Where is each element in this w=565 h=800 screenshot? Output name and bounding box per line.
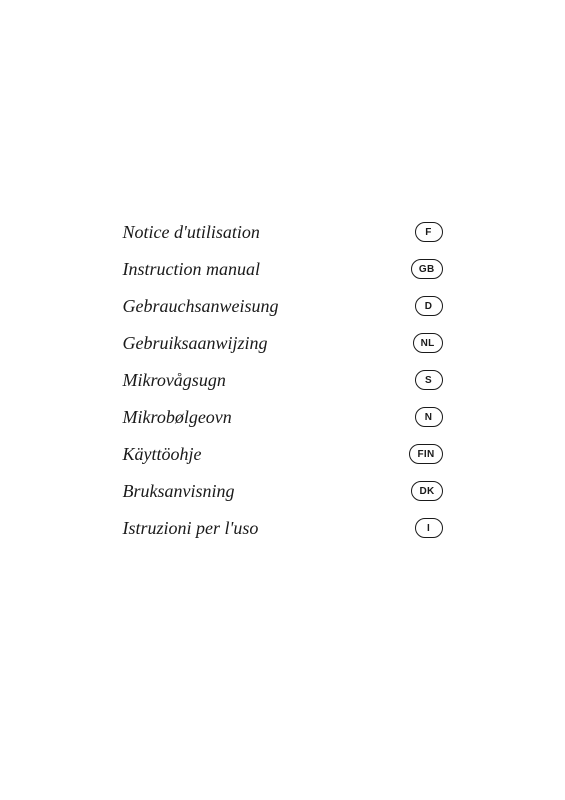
list-item: Gebrauchsanweisung D [123, 288, 443, 325]
list-item: Istruzioni per l'uso I [123, 510, 443, 547]
list-item: Mikrobølgeovn N [123, 399, 443, 436]
language-badge: S [415, 370, 443, 390]
manual-title: Instruction manual [123, 259, 261, 280]
list-item: Notice d'utilisation F [123, 214, 443, 251]
manual-title: Bruksanvisning [123, 481, 235, 502]
language-badge: N [415, 407, 443, 427]
manual-title: Mikrovågsugn [123, 370, 226, 391]
list-item: Mikrovågsugn S [123, 362, 443, 399]
manual-title: Mikrobølgeovn [123, 407, 232, 428]
list-item: Instruction manual GB [123, 251, 443, 288]
manual-title: Gebruiksaanwijzing [123, 333, 268, 354]
manual-title: Istruzioni per l'uso [123, 518, 259, 539]
language-badge: GB [411, 259, 443, 279]
list-item: Gebruiksaanwijzing NL [123, 325, 443, 362]
list-item: Käyttöohje FIN [123, 436, 443, 473]
language-badge: I [415, 518, 443, 538]
list-item: Bruksanvisning DK [123, 473, 443, 510]
language-badge: FIN [409, 444, 442, 464]
manual-title: Notice d'utilisation [123, 222, 260, 243]
language-badge: NL [413, 333, 443, 353]
language-badge: D [415, 296, 443, 316]
manual-list: Notice d'utilisation F Instruction manual G… [123, 214, 443, 547]
language-badge: DK [411, 481, 442, 501]
language-badge: F [415, 222, 443, 242]
manual-title: Gebrauchsanweisung [123, 296, 279, 317]
manual-title: Käyttöohje [123, 444, 202, 465]
